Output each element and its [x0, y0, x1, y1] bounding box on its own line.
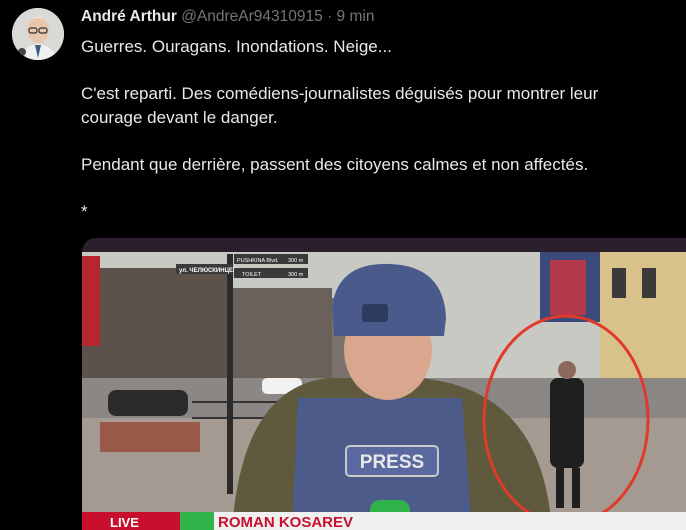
street-sign-text: ул. ЧЕЛЮСКИНЦЕВ	[179, 268, 238, 274]
author-avatar[interactable]	[12, 8, 64, 60]
street-sign-distance: 300 m	[288, 258, 304, 264]
news-broadcast-frame: ул. ЧЕЛЮСКИНЦЕВ PUSHKINA Blvd. 300 m TOI…	[82, 238, 686, 530]
tweet-text-line: *	[81, 202, 88, 221]
tweet-media-image[interactable]: ул. ЧЕЛЮСКИНЦЕВ PUSHKINA Blvd. 300 m TOI…	[82, 238, 686, 530]
tweet[interactable]: André Arthur @AndreAr94310915 · 9 min Gu…	[0, 0, 686, 530]
live-label: LIVE	[110, 515, 139, 530]
reporter-name: ROMAN KOSAREV	[218, 514, 353, 530]
street-sign-text: TOILET	[242, 272, 262, 278]
tweet-text-line: Pendant que derrière, passent des citoye…	[81, 155, 589, 174]
tweet-text-line: courage devant le danger.	[81, 108, 278, 127]
tweet-text-line: C'est reparti. Des comédiens-journaliste…	[81, 84, 599, 103]
avatar-portrait	[12, 8, 64, 60]
street-sign-text: PUSHKINA Blvd.	[237, 258, 279, 264]
street-sign-distance: 300 m	[288, 272, 304, 278]
press-label: PRESS	[360, 452, 424, 473]
tweet-text-line: Guerres. Ouragans. Inondations. Neige...	[81, 37, 392, 56]
author-handle[interactable]: @AndreAr94310915	[181, 8, 323, 25]
tweet-timestamp[interactable]: 9 min	[337, 8, 375, 25]
author-name[interactable]: André Arthur	[81, 8, 177, 25]
tweet-header: André Arthur @AndreAr94310915 · 9 min	[81, 8, 374, 26]
separator-dot: ·	[327, 8, 333, 25]
